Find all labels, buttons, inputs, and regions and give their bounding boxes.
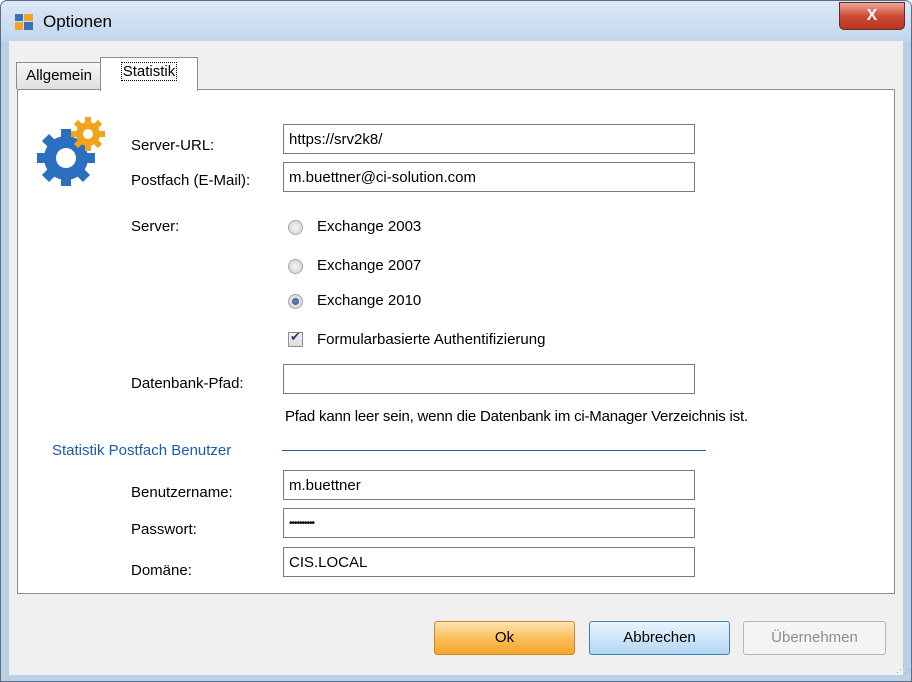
ok-button[interactable]: Ok (434, 621, 575, 655)
exchange-2010-label[interactable]: Exchange 2010 (317, 292, 421, 309)
datenbank-pfad-input[interactable] (283, 364, 695, 394)
datenbank-pfad-label: Datenbank-Pfad: (131, 375, 244, 392)
exchange-2007-radio[interactable] (288, 259, 303, 274)
domaene-label: Domäne: (131, 562, 192, 579)
server-url-label: Server-URL: (131, 137, 215, 154)
benutzername-input[interactable] (283, 470, 695, 500)
exchange-2003-radio[interactable] (288, 220, 303, 235)
server-label: Server: (131, 218, 180, 235)
postfach-input[interactable] (283, 162, 695, 192)
exchange-2010-radio[interactable] (288, 294, 303, 309)
apply-button[interactable]: Übernehmen (743, 621, 886, 655)
benutzername-label: Benutzername: (131, 484, 233, 501)
forms-auth-checkbox[interactable] (288, 330, 303, 347)
cancel-button[interactable]: Abbrechen (589, 621, 730, 655)
passwort-label: Passwort: (131, 521, 197, 538)
forms-auth-label[interactable]: Formularbasierte Authentifizierung (317, 331, 545, 348)
exchange-2003-label[interactable]: Exchange 2003 (317, 218, 421, 235)
exchange-2007-label[interactable]: Exchange 2007 (317, 257, 421, 274)
datenbank-pfad-hint: Pfad kann leer sein, wenn die Datenbank … (285, 408, 748, 425)
resize-grip[interactable]: ⋰⋰ (896, 664, 912, 675)
group-divider (282, 450, 706, 451)
domaene-input[interactable] (283, 547, 695, 577)
server-url-input[interactable] (283, 124, 695, 154)
statistik-group-title: Statistik Postfach Benutzer (52, 442, 232, 459)
passwort-input[interactable] (283, 508, 695, 538)
form-layer: Server-URL: Postfach (E-Mail): Server: E… (0, 0, 912, 682)
postfach-label: Postfach (E-Mail): (131, 172, 251, 189)
